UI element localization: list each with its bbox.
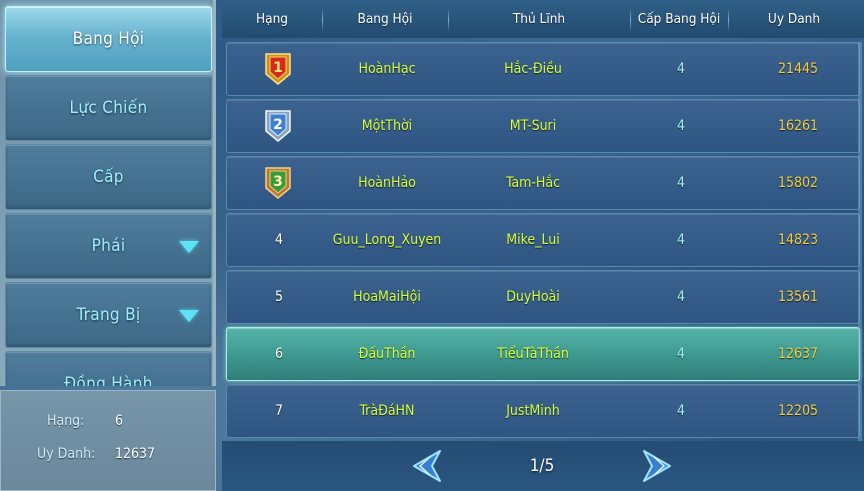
header-fame: Uy Danh — [767, 11, 821, 27]
sidebar: Bang Hội Lực Chiến Cấp Phái Trang Bị Đồn… — [0, 0, 216, 386]
leader-name: Mike_Lui — [506, 232, 560, 248]
table-row[interactable]: 2 MộtThời MT-Suri 4 16261 — [226, 99, 860, 153]
table-row-selected[interactable]: 6 ĐấuThần TiểuTàThần 4 12637 — [226, 327, 860, 381]
fame-value: 14823 — [777, 232, 819, 248]
fame-value: 15802 — [777, 175, 819, 191]
silver-medal-icon: 2 — [265, 110, 291, 142]
table-scrollbar[interactable] — [858, 42, 862, 442]
rank-number: 7 — [274, 403, 283, 419]
sidebar-item-equipment[interactable]: Trang Bị — [5, 282, 212, 348]
sidebar-item-label: Đồng Hành — [64, 374, 153, 386]
sidebar-item-label: Cấp — [93, 167, 124, 187]
right-arrow-icon[interactable] — [640, 447, 676, 485]
header-leader: Thủ Lĩnh — [512, 11, 566, 27]
table-row[interactable]: 5 HoaMaiHội DuyHoài 4 13561 — [226, 270, 860, 324]
sidebar-item-label: Phái — [91, 236, 126, 256]
table-row[interactable]: 1 HoànHạc Hắc-Điều 4 21445 — [226, 42, 860, 96]
triangle-down-icon — [179, 310, 199, 322]
fame-value: 21445 — [777, 61, 819, 77]
medal-rank-number: 3 — [273, 174, 283, 190]
medal-rank-number: 1 — [273, 60, 283, 76]
table-row[interactable]: 4 Guu_Long_Xuyen Mike_Lui 4 14823 — [226, 213, 860, 267]
rank-number: 5 — [274, 289, 283, 305]
header-rank: Hạng — [256, 11, 288, 27]
guild-level: 4 — [676, 61, 685, 77]
my-guild-info: Hạng: 6 Uy Danh: 12637 — [0, 390, 216, 491]
rank-number: 4 — [274, 232, 283, 248]
guild-level: 4 — [676, 118, 685, 134]
header-guild-level: Cấp Bang Hội — [637, 11, 721, 27]
sidebar-item-label: Lực Chiến — [69, 98, 148, 118]
guild-name: MộtThời — [361, 118, 413, 134]
guild-name: ĐấuThần — [358, 346, 416, 362]
guild-name: HoànHạc — [358, 61, 416, 77]
rank-label: Hạng: — [47, 413, 85, 429]
guild-level: 4 — [676, 175, 685, 191]
leader-name: DuyHoài — [506, 289, 560, 305]
sidebar-item-label: Bang Hội — [72, 29, 145, 49]
sidebar-item-companion[interactable]: Đồng Hành — [5, 351, 212, 386]
fame-value: 12637 — [777, 346, 819, 362]
fame-value: 13561 — [777, 289, 819, 305]
table-row[interactable]: 7 TràĐáHN JustMinh 4 12205 — [226, 384, 860, 438]
guild-level: 4 — [676, 232, 685, 248]
sidebar-item-faction[interactable]: Phái — [5, 213, 212, 279]
ranking-panel: Hạng Bang Hội Thủ Lĩnh Cấp Bang Hội Uy D… — [222, 0, 864, 491]
guild-level: 4 — [676, 289, 685, 305]
header-guild: Bang Hội — [357, 11, 413, 27]
leader-name: MT-Suri — [509, 118, 557, 134]
guild-name: TràĐáHN — [359, 403, 415, 419]
leader-name: Hắc-Điều — [504, 61, 562, 77]
pagination: 1/5 — [222, 441, 864, 491]
leader-name: JustMinh — [506, 403, 560, 419]
sidebar-item-label: Trang Bị — [76, 305, 141, 325]
guild-name: HoaMaiHội — [353, 289, 421, 305]
rank-number: 6 — [274, 346, 283, 362]
sidebar-scrollbar[interactable] — [213, 0, 216, 386]
sidebar-item-guild[interactable]: Bang Hội — [5, 6, 212, 72]
fame-value: 12205 — [777, 403, 819, 419]
leader-name: TiểuTàThần — [497, 346, 569, 362]
gold-medal-icon: 1 — [265, 53, 291, 85]
rank-value: 6 — [115, 413, 124, 429]
triangle-down-icon — [179, 241, 199, 253]
sidebar-item-level[interactable]: Cấp — [5, 144, 212, 210]
guild-name: Guu_Long_Xuyen — [332, 232, 442, 248]
bronze-medal-icon: 3 — [265, 167, 291, 199]
leader-name: Tam-Hắc — [505, 175, 561, 191]
fame-label: Uy Danh: — [37, 446, 96, 462]
medal-rank-number: 2 — [273, 117, 283, 133]
table-row[interactable]: 3 HoànHảo Tam-Hắc 4 15802 — [226, 156, 860, 210]
page-indicator: 1/5 — [529, 456, 555, 476]
guild-name: HoànHảo — [358, 175, 416, 191]
guild-level: 4 — [676, 346, 685, 362]
table-header: Hạng Bang Hội Thủ Lĩnh Cấp Bang Hội Uy D… — [222, 0, 864, 38]
fame-value: 16261 — [777, 118, 819, 134]
fame-value: 12637 — [115, 446, 156, 462]
left-arrow-icon[interactable] — [408, 447, 444, 485]
sidebar-item-combat-power[interactable]: Lực Chiến — [5, 75, 212, 141]
guild-level: 4 — [676, 403, 685, 419]
